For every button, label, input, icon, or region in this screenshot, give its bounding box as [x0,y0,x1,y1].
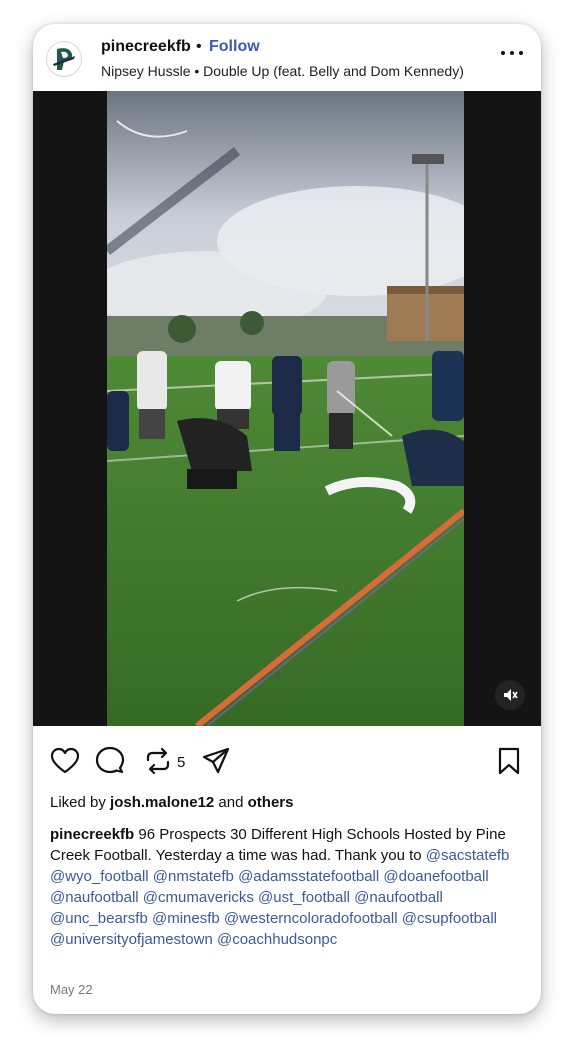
mention-tag[interactable]: @adamsstatefootball [238,868,379,885]
repost-icon[interactable] [143,746,173,776]
team-logo-icon [53,48,75,70]
likes-prefix: Liked by [50,794,106,811]
audio-track-link[interactable]: Nipsey Hussle • Double Up (feat. Belly a… [101,63,464,79]
video-player[interactable] [107,91,464,726]
share-icon[interactable] [201,746,231,776]
caption-username[interactable]: pinecreekfb [50,826,134,843]
mention-tag[interactable]: @doanefootball [383,868,488,885]
mention-tag[interactable]: @naufootball [354,889,443,906]
mention-tag[interactable]: @csupfootball [402,910,497,927]
post-username[interactable]: pinecreekfb [101,38,191,56]
mention-tag[interactable]: @universityofjamestown [50,931,213,948]
mention-tag[interactable]: @ust_football [258,889,350,906]
more-options-icon[interactable] [501,46,523,60]
likes-summary: Liked by josh.malone12 and others [50,794,293,811]
heart-icon[interactable] [50,746,80,776]
mute-icon[interactable] [495,680,525,710]
mention-tag[interactable]: @unc_bearsfb [50,910,148,927]
video-frame [107,91,464,726]
mention-tag[interactable]: @wyo_football [50,868,149,885]
mention-tag[interactable]: @cmumavericks [143,889,254,906]
liked-by-others[interactable]: others [248,794,294,811]
post-media[interactable] [33,91,541,726]
avatar[interactable] [46,41,82,77]
post-caption: pinecreekfb 96 Prospects 30 Different Hi… [50,824,520,950]
mention-tag[interactable]: @westerncoloradofootball [224,910,398,927]
likes-conjunction: and [218,794,244,811]
action-bar: 5 [33,726,541,796]
comment-icon[interactable] [95,746,125,776]
bookmark-icon[interactable] [494,746,524,776]
liked-by-user[interactable]: josh.malone12 [110,794,214,811]
separator-dot: • [196,38,202,55]
mention-tag[interactable]: @nmstatefb [153,868,234,885]
mention-tag[interactable]: @coachhudsonpc [217,931,337,948]
post-date: May 22 [50,982,93,997]
mention-tag[interactable]: @naufootball [50,889,139,906]
mention-tag[interactable]: @sacstatefb [426,847,510,864]
post-header: pinecreekfb • Follow Nipsey Hussle • Dou… [33,24,541,91]
repost-count: 5 [177,754,186,771]
follow-button[interactable]: Follow [209,38,260,56]
post-card: pinecreekfb • Follow Nipsey Hussle • Dou… [33,24,541,1014]
mention-tag[interactable]: @minesfb [152,910,220,927]
